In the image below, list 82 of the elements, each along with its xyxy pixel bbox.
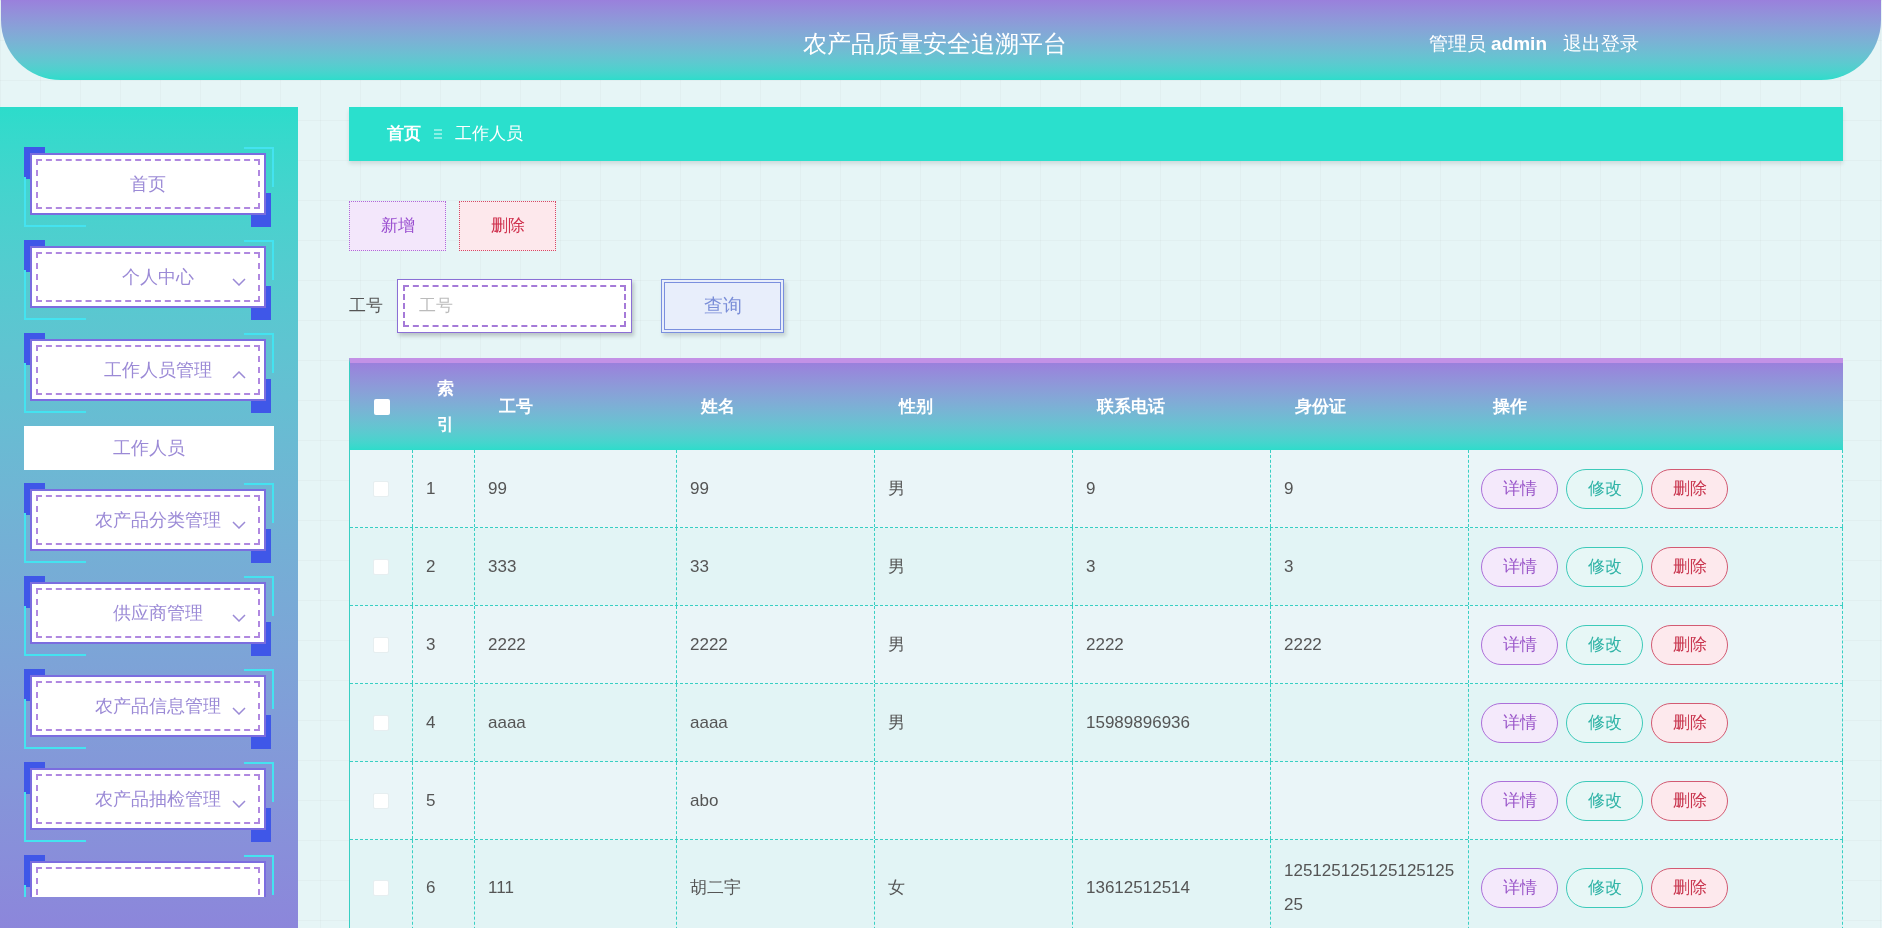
- table-cell-text: 99: [690, 477, 709, 500]
- breadcrumb-current: 工作人员: [455, 123, 523, 146]
- table-cell-text: 3: [1086, 555, 1096, 578]
- checkbox[interactable]: [373, 398, 390, 415]
- table-cell-text: abo: [690, 789, 719, 812]
- detail-button[interactable]: 详情: [1481, 546, 1558, 587]
- table-cell-text: 33: [690, 555, 709, 578]
- detail-button[interactable]: 详情: [1481, 624, 1558, 665]
- table-cell-text: 9: [1086, 477, 1096, 500]
- delete-button[interactable]: 删除: [1651, 546, 1728, 587]
- table-cell-text: 2222: [488, 633, 526, 656]
- table-cell-text: 15989896936: [1086, 711, 1190, 734]
- table-cell-text: 男: [888, 633, 905, 656]
- delete-button[interactable]: 删除: [459, 201, 556, 251]
- search-field[interactable]: 工号: [397, 279, 632, 333]
- detail-button[interactable]: 详情: [1481, 702, 1558, 743]
- menu-item[interactable]: 农产品抽检管理: [30, 768, 266, 830]
- table-cell-text: 2222: [1284, 633, 1322, 656]
- menu-item[interactable]: 农产品分类管理: [30, 489, 266, 551]
- table-cell-text: 333: [488, 555, 517, 578]
- column-header: 身份证: [1295, 395, 1346, 418]
- table-cell-text: 5: [426, 789, 436, 812]
- table-cell-text: aaaa: [488, 711, 526, 734]
- search-button[interactable]: 查询: [661, 279, 784, 333]
- table-cell-text: 9: [1284, 477, 1294, 500]
- checkbox[interactable]: [373, 879, 389, 896]
- table-cell-text: 4: [426, 711, 436, 734]
- table-cell-text: 13612512514: [1086, 876, 1190, 899]
- table-cell-text: 2222: [1086, 633, 1124, 656]
- submenu-item[interactable]: 工作人员: [24, 426, 274, 470]
- detail-button[interactable]: 详情: [1481, 468, 1558, 509]
- edit-button[interactable]: 修改: [1566, 546, 1643, 587]
- checkbox[interactable]: [373, 558, 389, 575]
- menu-item[interactable]: 供应商管理: [30, 582, 266, 644]
- table-cell-text: 3: [426, 633, 436, 656]
- table-cell-text: 男: [888, 711, 905, 734]
- table-cell-text: 女: [888, 876, 905, 899]
- table-cell-text: 2: [426, 555, 436, 578]
- checkbox[interactable]: [373, 714, 389, 731]
- checkbox[interactable]: [373, 480, 389, 497]
- menu-item[interactable]: 个人中心: [30, 246, 266, 308]
- checkbox[interactable]: [373, 792, 389, 809]
- table-cell-text: 111: [488, 876, 514, 899]
- column-header: 索引: [437, 377, 454, 436]
- table-cell-text: 1: [426, 477, 436, 500]
- table-cell-text: aaaa: [690, 711, 728, 734]
- menu-item[interactable]: 工作人员管理: [30, 339, 266, 401]
- delete-button[interactable]: 删除: [1651, 624, 1728, 665]
- delete-button[interactable]: 删除: [1651, 867, 1728, 908]
- logout-link[interactable]: 退出登录: [1563, 30, 1639, 59]
- detail-button[interactable]: 详情: [1481, 867, 1558, 908]
- admin-user-label: 管理员 admin: [1428, 32, 1547, 56]
- table-cell-text: 6: [426, 876, 436, 899]
- delete-button[interactable]: 删除: [1651, 780, 1728, 821]
- menu-item[interactable]: 首页: [30, 153, 266, 215]
- table-cell-text: 男: [888, 555, 905, 578]
- edit-button[interactable]: 修改: [1566, 780, 1643, 821]
- table-cell-text: 3: [1284, 555, 1294, 578]
- edit-button[interactable]: 修改: [1566, 468, 1643, 509]
- column-header: 联系电话: [1097, 395, 1165, 418]
- column-header: 操作: [1493, 395, 1527, 418]
- search-label: 工号: [349, 295, 384, 318]
- menu-item[interactable]: 农产品信息管理: [30, 675, 266, 737]
- detail-button[interactable]: 详情: [1481, 780, 1558, 821]
- column-header: 姓名: [701, 395, 735, 418]
- checkbox[interactable]: [373, 636, 389, 653]
- table-cell-text: 2222: [690, 633, 728, 656]
- table-cell-text: 99: [488, 477, 507, 500]
- add-button[interactable]: 新增: [349, 201, 446, 251]
- delete-button[interactable]: 删除: [1651, 702, 1728, 743]
- table-cell-text: 12512512512512512525: [1284, 859, 1455, 916]
- column-header: 工号: [499, 395, 533, 418]
- edit-button[interactable]: 修改: [1566, 867, 1643, 908]
- edit-button[interactable]: 修改: [1566, 702, 1643, 743]
- delete-button[interactable]: 删除: [1651, 468, 1728, 509]
- separator-icon: [433, 128, 443, 140]
- column-header: 性别: [899, 395, 933, 418]
- table-cell-text: 男: [888, 477, 905, 500]
- breadcrumb-link[interactable]: 首页: [387, 121, 421, 147]
- edit-button[interactable]: 修改: [1566, 624, 1643, 665]
- app-title: 农产品质量安全追溯平台: [803, 29, 1067, 59]
- table-cell-text: 胡二宇: [690, 876, 741, 899]
